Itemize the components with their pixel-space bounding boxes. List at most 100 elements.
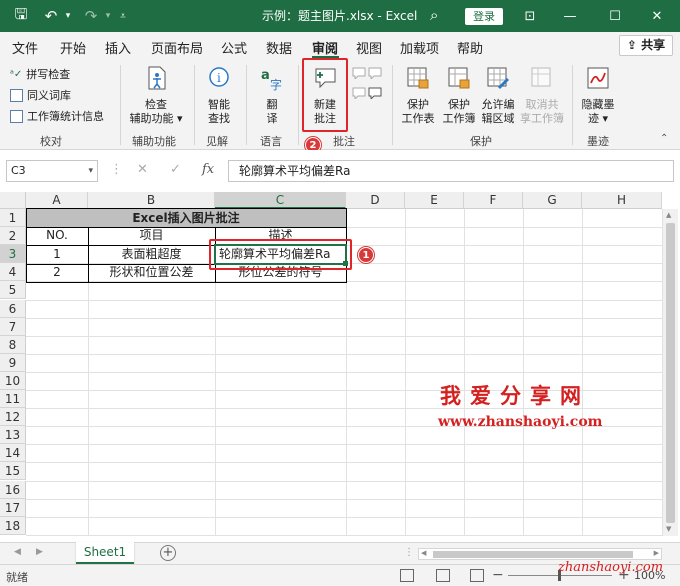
formula-input[interactable]: 轮廓算术平均偏差Ra — [228, 160, 674, 182]
tab-formulas[interactable]: 公式 — [221, 38, 247, 57]
row-header-2[interactable]: 2 — [0, 227, 26, 245]
save-icon[interactable]: 🖫 — [10, 0, 32, 32]
ribbon-display-options-icon[interactable]: ⊡ — [510, 0, 550, 32]
redo-icon[interactable]: ↷ — [80, 0, 102, 32]
unshare-workbook-button[interactable]: 取消共 享工作簿 — [518, 65, 566, 126]
tab-insert[interactable]: 插入 — [105, 38, 131, 57]
maximize-icon[interactable]: ☐ — [595, 0, 635, 32]
delete-comment-icon[interactable] — [352, 67, 366, 79]
row-header-18[interactable]: 18 — [0, 517, 26, 535]
spelling-button[interactable]: ᵃ✓ 拼写检查 — [10, 66, 70, 82]
row-header-11[interactable]: 11 — [0, 390, 26, 408]
header-cell-no[interactable]: NO. — [26, 227, 88, 244]
row-header-10[interactable]: 10 — [0, 372, 26, 390]
insert-function-icon[interactable]: fx — [202, 162, 214, 177]
name-box[interactable]: C3 ▾ — [6, 160, 98, 182]
enter-icon[interactable]: ✓ — [170, 162, 181, 177]
login-button[interactable]: 登录 — [465, 8, 503, 25]
table-cell[interactable]: 2 — [26, 264, 88, 281]
customize-toolbar-icon[interactable]: ⩡ — [116, 0, 130, 32]
horizontal-scroll-thumb[interactable] — [433, 551, 633, 558]
share-button[interactable]: ⇪ 共享 — [619, 35, 673, 56]
protect-sheet-button[interactable]: 保护 工作表 — [398, 65, 438, 126]
column-header-c[interactable]: C — [215, 192, 346, 209]
column-header-a[interactable]: A — [26, 192, 88, 209]
tab-addins[interactable]: 加载项 — [400, 38, 439, 57]
worksheet-grid[interactable]: A B C D E F G H 1 2 3 4 5 6 7 8 9 10 11 12 13 14 15 16 1… — [0, 190, 680, 542]
translate-button[interactable]: a 字 翻 译 — [252, 65, 292, 126]
page-break-view-icon[interactable] — [470, 569, 484, 582]
row-header-5[interactable]: 5 — [0, 281, 26, 299]
row-header-16[interactable]: 16 — [0, 481, 26, 499]
search-icon[interactable]: ⌕ — [430, 6, 438, 24]
redo-dropdown-icon[interactable]: ▾ — [102, 0, 114, 32]
row-header-12[interactable]: 12 — [0, 408, 26, 426]
collapse-ribbon-icon[interactable]: ⌃ — [660, 133, 668, 144]
cancel-icon[interactable]: ✕ — [137, 162, 148, 177]
normal-view-icon[interactable] — [400, 569, 414, 582]
row-header-8[interactable]: 8 — [0, 336, 26, 354]
name-box-dropdown-icon[interactable]: ▾ — [88, 161, 93, 181]
vertical-scrollbar[interactable]: ▲ ▼ — [662, 209, 678, 536]
column-header-b[interactable]: B — [88, 192, 215, 209]
table-cell[interactable]: 1 — [26, 246, 88, 263]
select-all-corner[interactable] — [0, 192, 26, 209]
protect-workbook-button[interactable]: 保护 工作簿 — [438, 65, 480, 126]
row-header-6[interactable]: 6 — [0, 300, 26, 318]
zoom-out-icon[interactable]: − — [492, 567, 504, 583]
undo-icon[interactable]: ↶ — [40, 0, 62, 32]
show-comments-icon[interactable] — [368, 87, 382, 99]
tab-page-layout[interactable]: 页面布局 — [151, 38, 203, 57]
protect-workbook-label-2: 工作簿 — [442, 112, 476, 125]
row-header-14[interactable]: 14 — [0, 444, 26, 462]
row-header-7[interactable]: 7 — [0, 318, 26, 336]
sheet-tab-sheet1[interactable]: Sheet1 — [76, 542, 134, 564]
page-layout-view-icon[interactable] — [436, 569, 450, 582]
tab-review[interactable]: 审阅 — [312, 38, 338, 57]
column-header-h[interactable]: H — [582, 192, 662, 209]
table-cell[interactable]: 形状和位置公差 — [88, 264, 215, 281]
thesaurus-button[interactable]: 同义词库 — [10, 87, 71, 103]
horizontal-scrollbar[interactable]: ◀ ▶ — [418, 548, 662, 560]
row-header-4[interactable]: 4 — [0, 263, 26, 281]
scroll-down-icon[interactable]: ▼ — [666, 525, 671, 533]
workbook-statistics-button[interactable]: 工作簿统计信息 — [10, 108, 104, 124]
column-header-f[interactable]: F — [464, 192, 523, 209]
next-sheet-icon[interactable]: ▶ — [36, 547, 43, 557]
previous-comment-icon[interactable] — [368, 67, 382, 79]
check-accessibility-button[interactable]: 检查 辅助功能 ▾ — [127, 65, 185, 126]
tab-view[interactable]: 视图 — [356, 38, 382, 57]
minimize-icon[interactable]: — — [550, 0, 590, 32]
row-header-17[interactable]: 17 — [0, 499, 26, 517]
row-header-15[interactable]: 15 — [0, 462, 26, 480]
table-title-cell[interactable]: Excel插入图片批注 — [26, 209, 346, 227]
column-header-e[interactable]: E — [405, 192, 464, 209]
accessibility-label-2: 辅助功能 ▾ — [129, 112, 183, 125]
column-header-d[interactable]: D — [346, 192, 405, 209]
allow-edit-ranges-button[interactable]: 允许编 辑区域 — [478, 65, 518, 126]
scroll-right-icon[interactable]: ▶ — [654, 549, 659, 557]
column-header-g[interactable]: G — [523, 192, 582, 209]
tab-file[interactable]: 文件 — [12, 38, 38, 57]
header-cell-item[interactable]: 项目 — [88, 227, 215, 244]
vertical-scroll-thumb[interactable] — [666, 223, 675, 523]
close-icon[interactable]: ✕ — [637, 0, 677, 32]
group-separator — [298, 65, 299, 145]
tab-help[interactable]: 帮助 — [457, 38, 483, 57]
scroll-left-icon[interactable]: ◀ — [421, 549, 426, 557]
tab-data[interactable]: 数据 — [266, 38, 292, 57]
undo-dropdown-icon[interactable]: ▾ — [62, 0, 74, 32]
row-header-9[interactable]: 9 — [0, 354, 26, 372]
row-header-3[interactable]: 3 — [0, 245, 26, 263]
smart-lookup-button[interactable]: i 智能 查找 — [199, 65, 239, 126]
tab-splitter-icon[interactable]: ⋮ — [404, 547, 414, 558]
scroll-up-icon[interactable]: ▲ — [666, 211, 671, 219]
prev-sheet-icon[interactable]: ◀ — [14, 547, 21, 557]
row-header-13[interactable]: 13 — [0, 426, 26, 444]
row-header-1[interactable]: 1 — [0, 209, 26, 227]
hide-ink-button[interactable]: 隐藏墨 迹 ▾ — [577, 65, 619, 126]
table-cell[interactable]: 表面粗超度 — [88, 246, 215, 263]
next-comment-icon[interactable] — [352, 87, 366, 99]
tab-home[interactable]: 开始 — [60, 38, 86, 57]
add-sheet-icon[interactable]: + — [160, 545, 176, 561]
